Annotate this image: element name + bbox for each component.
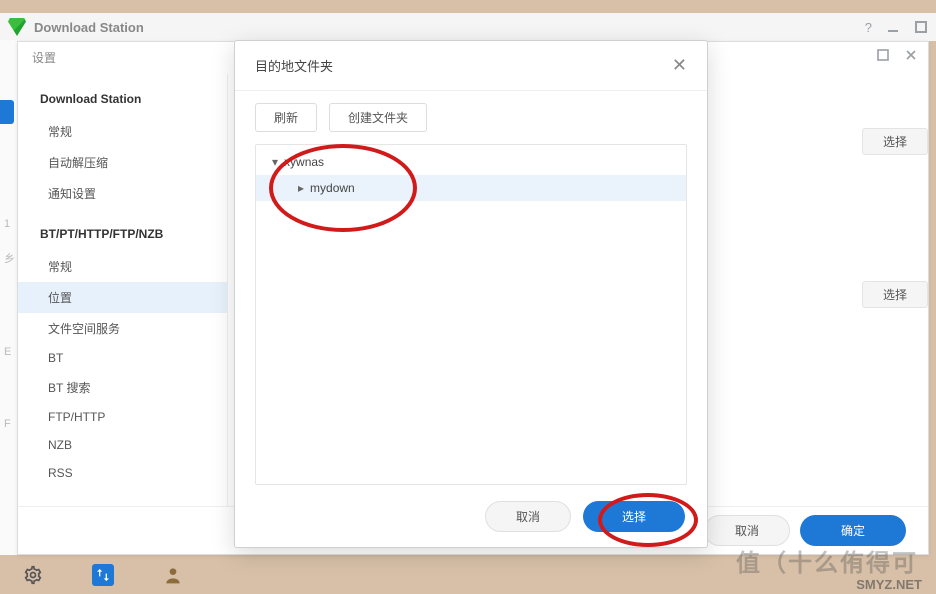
restore-icon[interactable] [876, 48, 890, 65]
modal-select-button[interactable]: 选择 [583, 501, 685, 532]
app-title: Download Station [34, 20, 144, 35]
modal-title: 目的地文件夹 [255, 56, 333, 75]
gear-icon[interactable] [22, 564, 44, 586]
choose-folder-button-1[interactable]: 选择 [862, 128, 928, 155]
settings-ok-button[interactable]: 确定 [800, 515, 906, 546]
modal-header: 目的地文件夹 ✕ [235, 41, 707, 91]
sidebar-item-general2[interactable]: 常规 [18, 251, 227, 282]
tree-child-label: mydown [310, 181, 355, 195]
download-station-app-icon [8, 18, 26, 36]
modal-close-icon[interactable]: ✕ [672, 55, 687, 76]
sidebar-item-general[interactable]: 常规 [18, 116, 227, 147]
sidebar-item-notifications[interactable]: 通知设置 [18, 178, 227, 209]
sliver-char: E [4, 346, 11, 358]
create-folder-button[interactable]: 创建文件夹 [329, 103, 427, 132]
sidebar-item-auto-extract[interactable]: 自动解压缩 [18, 147, 227, 178]
sidebar-item-ftphttp[interactable]: FTP/HTTP [18, 403, 227, 431]
tree-root-label: xywnas [284, 155, 324, 169]
settings-window-title: 设置 [32, 49, 56, 66]
bottom-bar [0, 555, 936, 594]
maximize-icon[interactable] [914, 20, 928, 34]
left-window-sliver: 1 乡 E F [0, 40, 17, 555]
chevron-down-icon[interactable]: ▾ [272, 155, 278, 169]
sidebar-item-bt-search[interactable]: BT 搜索 [18, 372, 227, 403]
sidebar-item-nzb[interactable]: NZB [18, 431, 227, 459]
modal-cancel-button[interactable]: 取消 [485, 501, 571, 532]
minimize-icon[interactable] [886, 20, 900, 34]
user-icon[interactable] [162, 564, 184, 586]
sliver-char: 乡 [4, 250, 15, 266]
sidebar-item-bt[interactable]: BT [18, 344, 227, 372]
choose-folder-button-2[interactable]: 选择 [862, 281, 928, 308]
sliver-char: F [4, 418, 11, 430]
close-icon[interactable] [904, 48, 918, 65]
sidebar-item-filespace[interactable]: 文件空间服务 [18, 313, 227, 344]
app-titlebar: Download Station ? [0, 13, 936, 41]
chevron-right-icon[interactable]: ▸ [298, 181, 304, 195]
sidebar-section-title: Download Station [18, 88, 227, 116]
refresh-button[interactable]: 刷新 [255, 103, 317, 132]
sidebar-section-title: BT/PT/HTTP/FTP/NZB [18, 223, 227, 251]
sidebar-item-location[interactable]: 位置 [18, 282, 227, 313]
settings-sidebar: Download Station 常规 自动解压缩 通知设置 BT/PT/HTT… [18, 74, 228, 506]
tree-root-row[interactable]: ▾ xywnas [256, 149, 686, 175]
help-icon[interactable]: ? [865, 20, 872, 35]
tree-child-row[interactable]: ▸ mydown [256, 175, 686, 201]
sliver-char: 1 [4, 218, 10, 230]
settings-cancel-button[interactable]: 取消 [704, 515, 790, 546]
destination-folder-modal: 目的地文件夹 ✕ 刷新 创建文件夹 ▾ xywnas ▸ mydown 取消 选… [234, 40, 708, 548]
folder-tree[interactable]: ▾ xywnas ▸ mydown [255, 144, 687, 485]
transfer-icon[interactable] [92, 564, 114, 586]
modal-footer: 取消 选择 [235, 485, 707, 547]
sliver-blue-tab [0, 100, 14, 124]
modal-toolbar: 刷新 创建文件夹 [235, 91, 707, 144]
sidebar-item-rss[interactable]: RSS [18, 459, 227, 487]
